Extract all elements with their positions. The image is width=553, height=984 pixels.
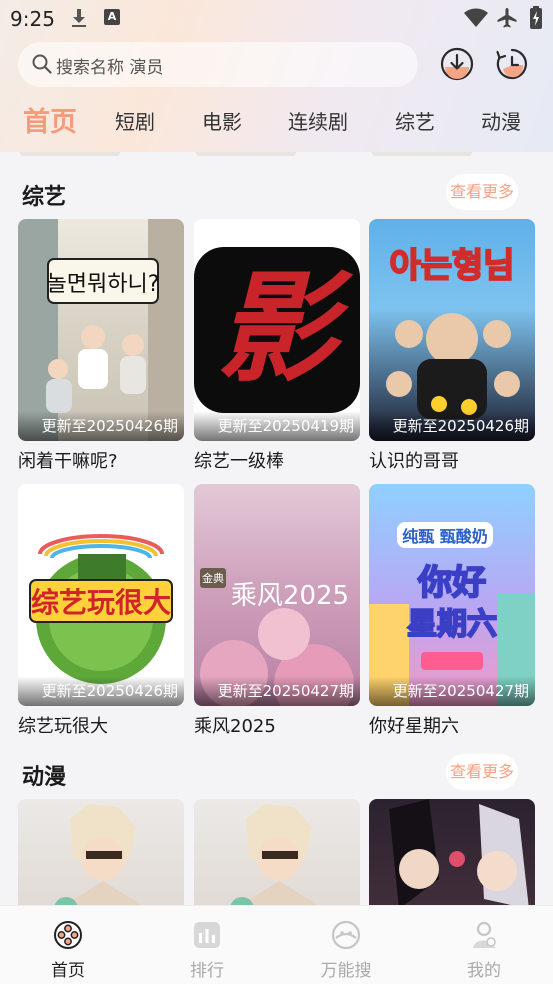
nav-label: 首页	[51, 961, 85, 981]
search-placeholder: 搜索名称 演员	[56, 58, 164, 78]
poster-image: 影 更新至20250419期	[194, 219, 360, 441]
update-badge: 更新至20250426期	[18, 676, 184, 706]
wifi-icon	[464, 8, 488, 27]
anime-card[interactable]	[369, 799, 535, 905]
category-tabs: 首页 短剧 电影 连续剧 综艺 动漫	[0, 98, 553, 142]
variety-card[interactable]: 金典 乘风2025 更新至20250427期 乘风2025	[194, 484, 360, 738]
previous-row-titles-clipped	[20, 152, 120, 156]
svg-text:纯甄 甄酸奶: 纯甄 甄酸奶	[402, 527, 488, 546]
nav-label: 万能搜	[320, 961, 372, 981]
card-title: 乘风2025	[194, 716, 276, 737]
film-reel-icon	[54, 921, 82, 949]
svg-text:乘风2025: 乘风2025	[231, 581, 349, 611]
nav-label: 我的	[467, 961, 501, 981]
previous-row-titles-clipped	[196, 152, 296, 156]
variety-card[interactable]: 影 更新至20250419期 综艺一级棒	[194, 219, 360, 473]
poster-image: 金典 乘风2025 更新至20250427期	[194, 484, 360, 706]
tab-short-drama[interactable]: 短剧	[115, 106, 155, 135]
tab-variety[interactable]: 综艺	[395, 106, 435, 135]
poster-image: 纯甄 甄酸奶 你好 星期六 更新至20250427期	[369, 484, 535, 706]
nav-profile[interactable]: 我的	[444, 920, 524, 981]
poster-image	[194, 799, 360, 905]
poster-logo-glyph: 影	[217, 260, 337, 399]
download-manager-icon[interactable]	[440, 47, 474, 81]
bottom-navigation: 首页 排行 万能搜 我的	[0, 905, 553, 984]
tab-home[interactable]: 首页	[23, 100, 77, 139]
status-bar: 9:25 A	[0, 0, 553, 36]
svg-text:综艺玩很大: 综艺玩很大	[31, 586, 171, 619]
anime-see-more-button[interactable]: 查看更多	[446, 754, 518, 790]
card-title: 你好星期六	[369, 716, 459, 737]
nav-label: 排行	[190, 961, 224, 981]
card-title: 闲着干嘛呢?	[18, 451, 118, 472]
section-title-anime: 动漫	[22, 765, 67, 790]
status-time: 9:25	[10, 7, 55, 31]
svg-text:星期六: 星期六	[407, 607, 497, 642]
anime-card[interactable]	[194, 799, 360, 905]
ranking-icon	[194, 922, 220, 948]
poster-image: 아는형님 更新至20250426期	[369, 219, 535, 441]
search-icon	[32, 54, 52, 74]
variety-card[interactable]: 놀면뭐하니? 更新至20250426期 闲着干嘛呢?	[18, 219, 184, 473]
poster-image: 综艺玩很大 更新至20250426期	[18, 484, 184, 706]
svg-text:你好: 你好	[417, 563, 486, 603]
nav-home[interactable]: 首页	[28, 920, 108, 981]
nav-ranking[interactable]: 排行	[167, 920, 247, 981]
tab-series[interactable]: 连续剧	[288, 106, 348, 135]
profile-icon	[473, 921, 496, 948]
anime-card[interactable]	[18, 799, 184, 905]
card-title: 综艺玩很大	[18, 716, 108, 737]
accessibility-status-icon: A	[104, 9, 120, 25]
card-title: 综艺一级棒	[194, 451, 284, 472]
variety-card[interactable]: 纯甄 甄酸奶 你好 星期六 更新至20250427期 你好星期六	[369, 484, 535, 738]
universal-search-icon	[331, 920, 361, 950]
update-badge: 更新至20250426期	[18, 411, 184, 441]
nav-universal-search[interactable]: 万能搜	[306, 920, 386, 981]
search-bar[interactable]: 搜索名称 演员	[18, 42, 418, 87]
svg-text:놀면뭐하니?: 놀면뭐하니?	[47, 272, 160, 297]
tab-anime[interactable]: 动漫	[481, 106, 521, 135]
variety-see-more-button[interactable]: 查看更多	[446, 174, 518, 210]
section-title-variety: 综艺	[22, 185, 67, 210]
previous-row-titles-clipped	[372, 152, 472, 156]
variety-card[interactable]: 아는형님 更新至20250426期 认识的哥哥	[369, 219, 535, 473]
download-status-icon	[72, 9, 86, 27]
svg-text:金典: 金典	[202, 571, 224, 585]
svg-text:아는형님: 아는형님	[389, 246, 514, 286]
poster-image	[369, 799, 535, 905]
update-badge: 更新至20250419期	[194, 411, 360, 441]
poster-image: 놀면뭐하니? 更新至20250426期	[18, 219, 184, 441]
history-icon[interactable]	[495, 47, 529, 81]
update-badge: 更新至20250426期	[369, 411, 535, 441]
update-badge: 更新至20250427期	[369, 676, 535, 706]
card-title: 认识的哥哥	[369, 451, 459, 472]
battery-charging-icon	[530, 6, 542, 29]
update-badge: 更新至20250427期	[194, 676, 360, 706]
variety-card[interactable]: 综艺玩很大 更新至20250426期 综艺玩很大	[18, 484, 184, 738]
tab-movies[interactable]: 电影	[202, 106, 242, 135]
airplane-mode-icon	[497, 8, 517, 28]
poster-image	[18, 799, 184, 905]
home-feed[interactable]: 综艺 查看更多 놀면뭐하니? 更新至20250426期 闲着干嘛呢? 影 更新至…	[0, 152, 553, 905]
